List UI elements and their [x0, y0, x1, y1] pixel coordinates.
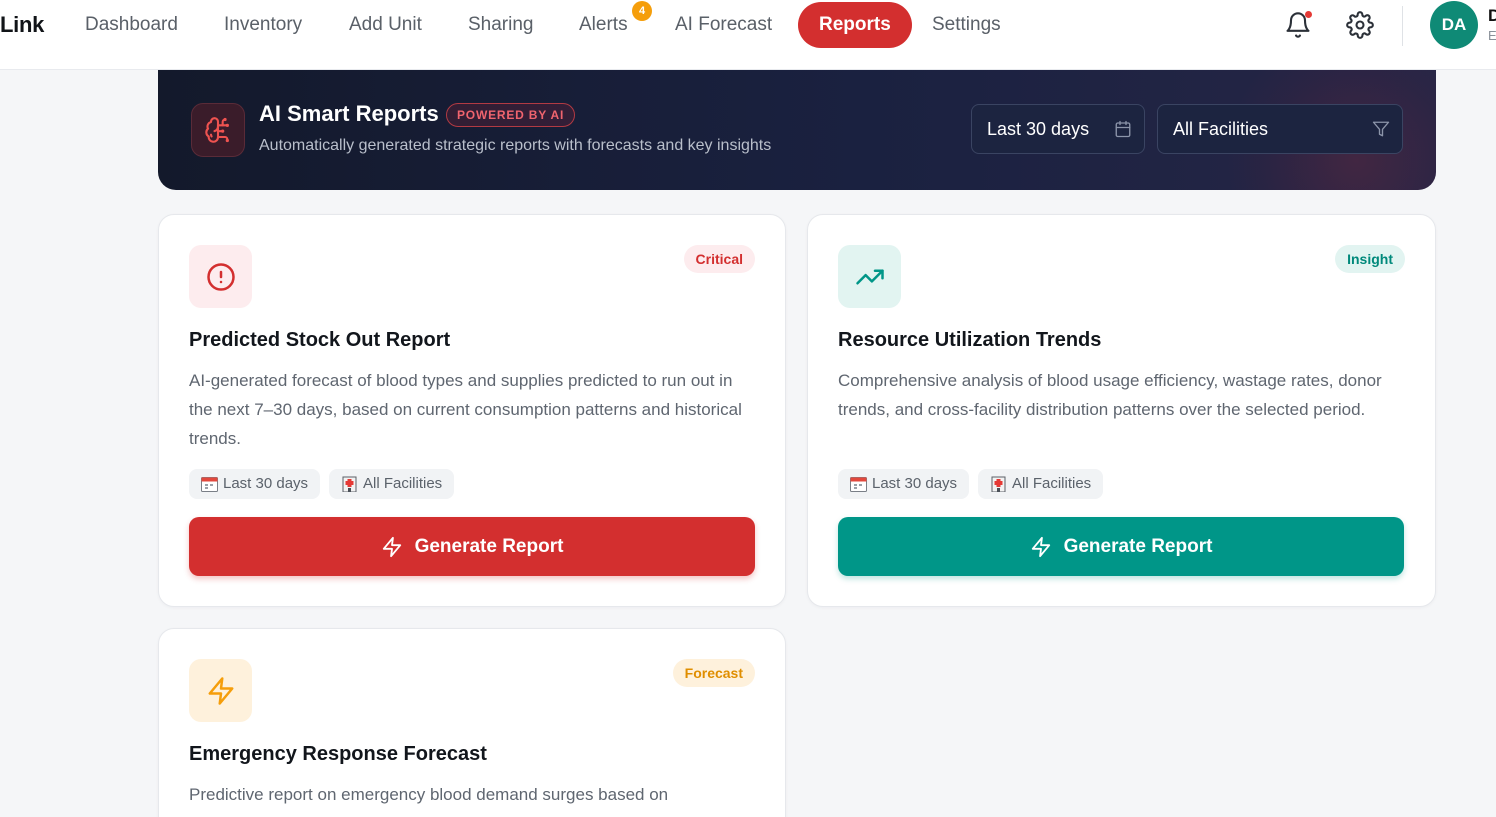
notification-dot [1305, 11, 1312, 18]
nav-item-ai-forecast[interactable]: AI Forecast [675, 12, 772, 38]
card-title: Predicted Stock Out Report [189, 329, 451, 351]
brain-icon-tile [191, 103, 245, 157]
user-role: E [1488, 28, 1496, 43]
trending-up-icon [855, 269, 884, 284]
card-icon-tile [838, 245, 901, 308]
hospital-icon [342, 476, 357, 492]
card-description: Comprehensive analysis of blood usage ef… [838, 371, 1382, 419]
calendar-icon [201, 477, 218, 492]
card-icon-tile [189, 659, 252, 722]
lightning-icon [208, 676, 233, 705]
chip-label: All Facilities [1012, 475, 1092, 492]
card-title: Emergency Response Forecast [189, 743, 487, 765]
nav-item-settings[interactable]: Settings [932, 12, 1001, 38]
gear-icon [1346, 11, 1374, 39]
status-badge: Forecast [672, 659, 755, 687]
lightning-icon [382, 536, 401, 557]
report-card-emergency: Forecast Emergency Response Forecast Pre… [158, 628, 786, 817]
date-range-select[interactable]: Last 30 days [971, 104, 1145, 154]
nav-item-inventory[interactable]: Inventory [224, 12, 302, 38]
facility-value: All Facilities [1173, 119, 1269, 139]
status-badge: Critical [683, 245, 755, 273]
button-label: Generate Report [414, 535, 564, 557]
user-avatar[interactable]: DA [1430, 1, 1478, 49]
user-name: D [1488, 6, 1496, 25]
facility-chip: All Facilities [978, 469, 1104, 499]
nav-item-dashboard[interactable]: Dashboard [85, 12, 178, 38]
calendar-icon [1115, 120, 1131, 138]
report-card-utilization: Insight Resource Utilization Trends Comp… [807, 214, 1436, 607]
card-description: AI-generated forecast of blood types and… [189, 371, 742, 448]
card-icon-tile [189, 245, 252, 308]
filter-icon [1372, 121, 1390, 137]
card-description: Predictive report on emergency blood dem… [189, 785, 669, 804]
calendar-icon [850, 477, 867, 492]
button-label: Generate Report [1063, 535, 1213, 557]
nav-item-add-unit[interactable]: Add Unit [349, 12, 422, 38]
nav-item-reports[interactable]: Reports [798, 2, 912, 48]
nav-item-alerts[interactable]: Alerts [579, 12, 628, 38]
chip-label: All Facilities [363, 475, 443, 492]
chip-label: Last 30 days [872, 475, 958, 492]
card-title: Resource Utilization Trends [838, 329, 1102, 351]
report-card-stock-out: Critical Predicted Stock Out Report AI-g… [158, 214, 786, 607]
facility-chip: All Facilities [329, 469, 455, 499]
generate-report-button[interactable]: Generate Report [189, 517, 755, 576]
nav-item-sharing[interactable]: Sharing [468, 12, 534, 38]
page-title: AI Smart Reports [259, 101, 439, 126]
ai-reports-header: AI Smart Reports POWERED BY AI Automatic… [158, 70, 1436, 190]
lightning-icon [1031, 536, 1050, 557]
top-navbar: Link Dashboard Inventory Add Unit Sharin… [0, 0, 1496, 70]
powered-by-ai-badge: POWERED BY AI [446, 103, 576, 127]
status-badge: Insight [1335, 245, 1405, 273]
nav-divider [1402, 6, 1403, 46]
facility-select[interactable]: All Facilities [1157, 104, 1403, 154]
brand-logo-text[interactable]: Link [0, 12, 44, 38]
page-subtitle: Automatically generated strategic report… [259, 137, 772, 154]
brain-icon [205, 117, 229, 143]
hospital-icon [991, 476, 1006, 492]
date-range-chip: Last 30 days [838, 469, 970, 499]
generate-report-button[interactable]: Generate Report [838, 517, 1404, 576]
date-range-value: Last 30 days [987, 119, 1090, 139]
settings-button[interactable] [1343, 8, 1377, 42]
alerts-count-badge: 4 [632, 1, 652, 21]
alert-circle-icon [206, 262, 235, 291]
date-range-chip: Last 30 days [189, 469, 321, 499]
chip-label: Last 30 days [223, 475, 309, 492]
